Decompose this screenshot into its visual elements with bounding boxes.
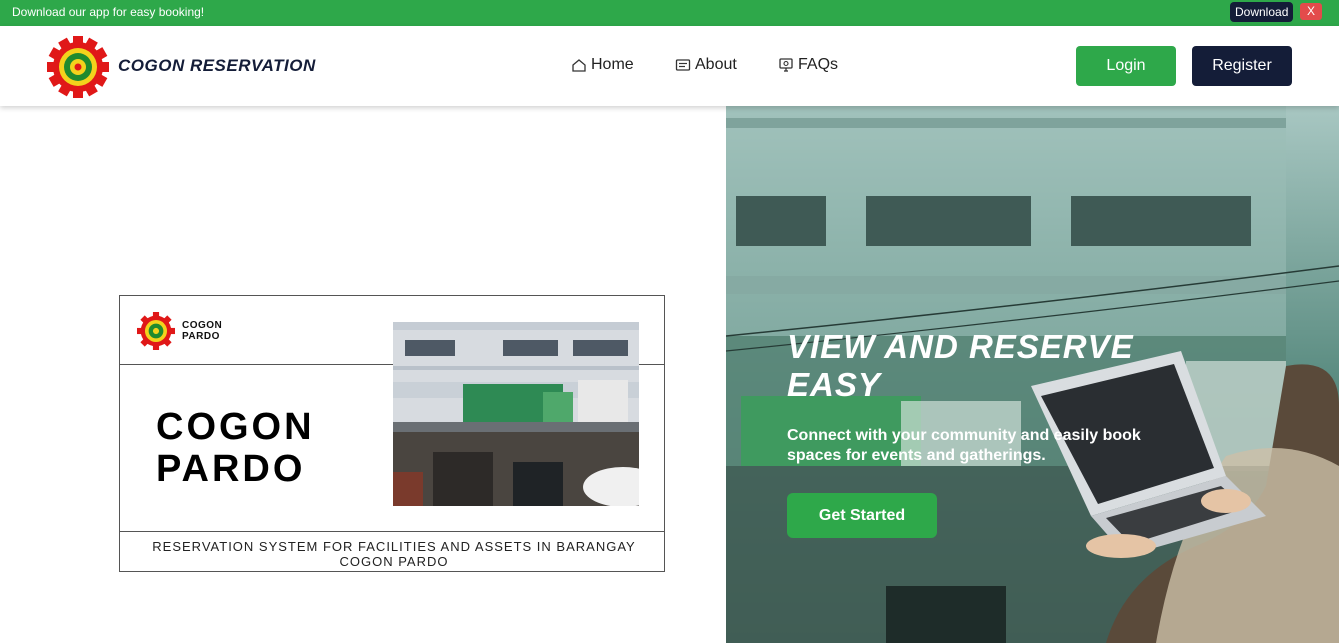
banner-text: Download our app for easy booking! <box>12 5 205 19</box>
nav-faqs-link[interactable]: FAQs <box>778 56 838 74</box>
brand-name[interactable]: COGON RESERVATION <box>118 56 316 76</box>
card-divider <box>120 531 664 532</box>
login-button[interactable]: Login <box>1076 46 1176 86</box>
card-footer-text: RESERVATION SYSTEM FOR FACILITIES AND AS… <box>152 539 636 569</box>
nav-faqs-label: FAQs <box>798 56 839 73</box>
register-button[interactable]: Register <box>1192 46 1292 86</box>
download-button[interactable]: Download <box>1230 2 1294 22</box>
app-download-banner: Download our app for easy booking! Downl… <box>0 0 1339 26</box>
hero-subtitle: Connect with your community and easily b… <box>787 427 1141 464</box>
hero-title: VIEW AND RESERVE EASY <box>787 328 1134 403</box>
navbar: COGON RESERVATION Home About FAQs Login … <box>0 26 1339 106</box>
get-started-button[interactable]: Get Started <box>787 493 937 538</box>
nav-about-label: About <box>695 56 737 73</box>
card-seal-logo <box>137 312 175 350</box>
home-icon <box>572 59 586 72</box>
nav-home-label: Home <box>591 56 634 73</box>
cogon-pardo-card: COGON PARDO COGON PARDO RESERVATION SYST… <box>119 295 665 572</box>
barangay-seal-logo[interactable] <box>47 36 109 98</box>
barangay-hall-photo <box>393 322 639 506</box>
about-icon <box>675 59 691 71</box>
hero-section: VIEW AND RESERVE EASY Connect with your … <box>726 106 1339 643</box>
close-banner-button[interactable]: X <box>1300 3 1322 20</box>
card-title: COGON PARDO <box>156 406 315 490</box>
card-logo-text: COGON PARDO <box>182 320 223 342</box>
nav-about-link[interactable]: About <box>675 56 737 74</box>
faqs-icon <box>779 58 793 72</box>
nav-home-link[interactable]: Home <box>571 56 634 74</box>
